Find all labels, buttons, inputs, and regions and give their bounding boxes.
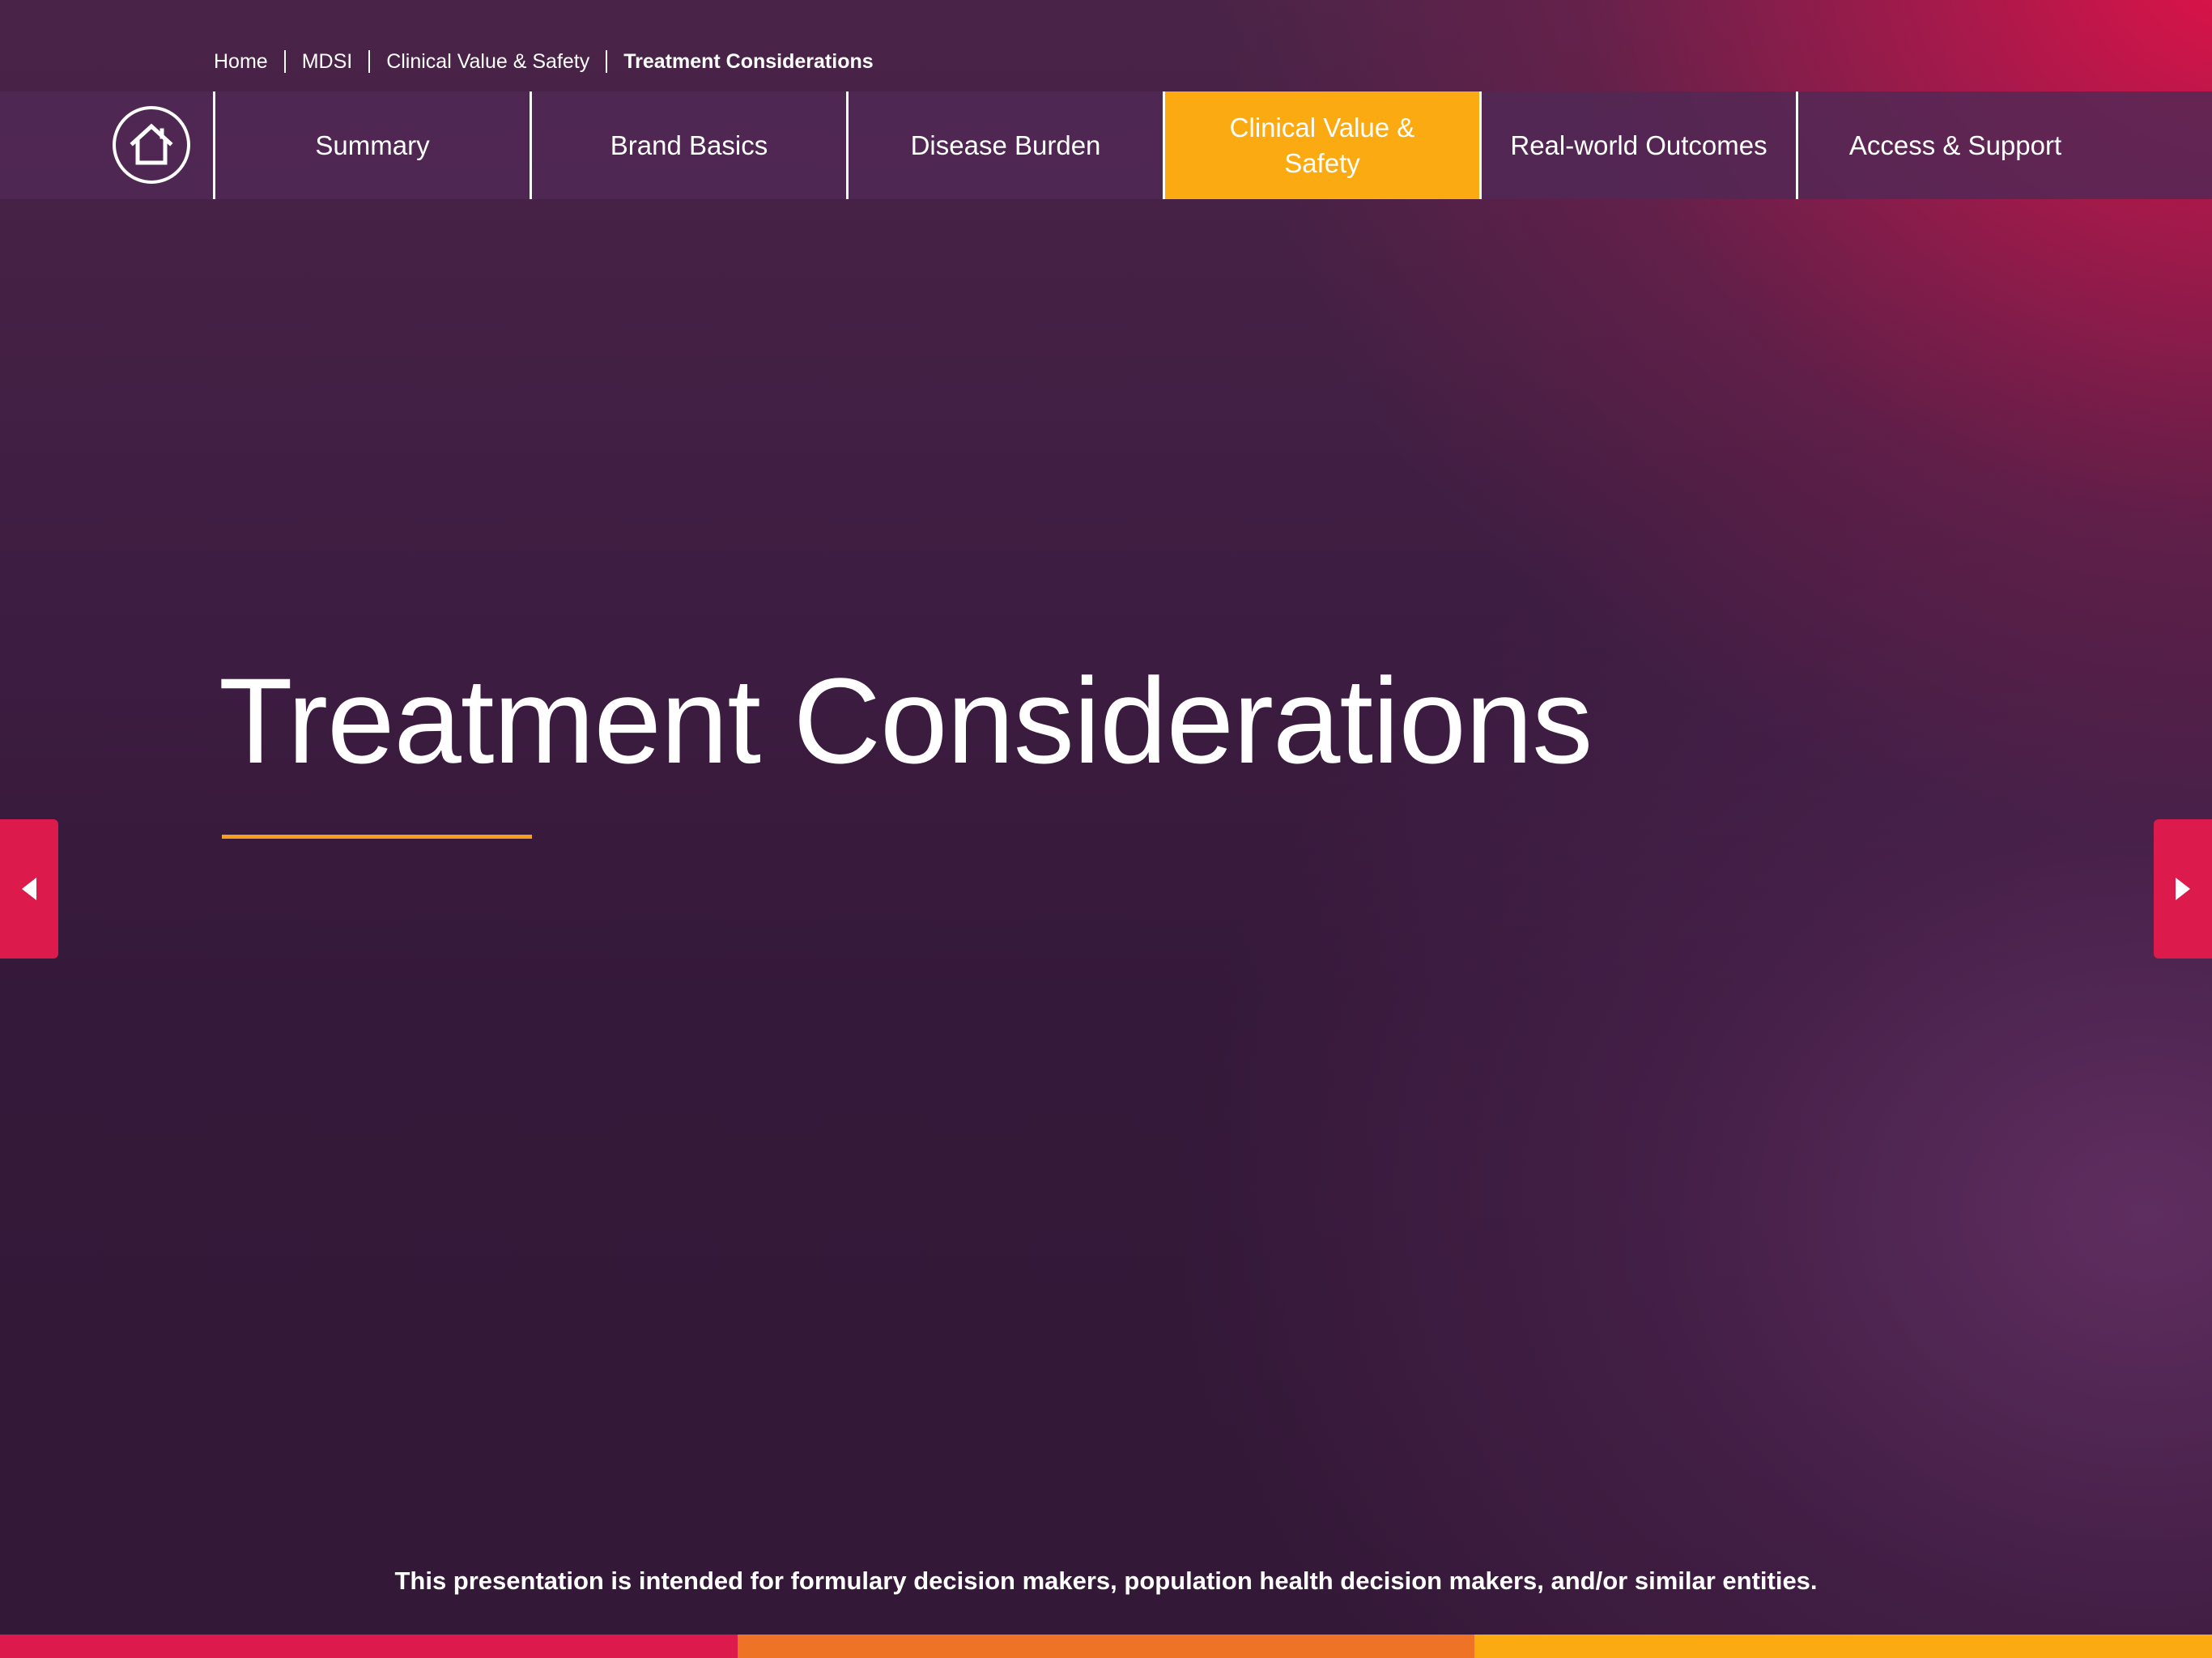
next-slide-button[interactable] xyxy=(2154,819,2212,959)
nav-tab-label: Summary xyxy=(315,130,430,160)
home-icon xyxy=(130,123,173,165)
breadcrumb-home[interactable]: Home xyxy=(214,50,268,74)
stripe-orange xyxy=(737,1635,1475,1658)
breadcrumb-separator xyxy=(368,50,371,73)
breadcrumb: Home MDSI Clinical Value & Safety Treatm… xyxy=(214,47,874,76)
breadcrumb-clinical-value[interactable]: Clinical Value & Safety xyxy=(386,50,589,74)
nav-tab-label: Real-world Outcomes xyxy=(1510,130,1767,160)
breadcrumb-separator xyxy=(606,50,608,73)
page-title: Treatment Considerations xyxy=(219,653,1593,789)
audience-disclaimer: This presentation is intended for formul… xyxy=(394,1567,1818,1595)
stripe-yellow xyxy=(1474,1635,2212,1658)
stripe-pink xyxy=(0,1635,738,1658)
caret-right-icon xyxy=(2176,878,2190,900)
previous-slide-button[interactable] xyxy=(0,819,58,959)
title-underline xyxy=(222,835,532,839)
breadcrumb-separator xyxy=(283,50,286,73)
slide-page: Home MDSI Clinical Value & Safety Treatm… xyxy=(0,0,2212,1658)
nav-tab-clinical-value-safety[interactable]: Clinical Value & Safety xyxy=(1163,91,1479,199)
nav-tab-label: Clinical Value & Safety xyxy=(1229,112,1415,178)
nav-tab-label: Access & Support xyxy=(1848,130,2062,160)
nav-tab-label: Brand Basics xyxy=(610,130,768,160)
bottom-color-stripes xyxy=(0,1635,2212,1658)
caret-left-icon xyxy=(22,878,36,900)
nav-tab-disease-burden[interactable]: Disease Burden xyxy=(846,91,1163,199)
nav-tab-label: Disease Burden xyxy=(910,130,1101,160)
home-button[interactable] xyxy=(113,106,190,184)
breadcrumb-current: Treatment Considerations xyxy=(623,49,874,73)
main-nav: Summary Brand Basics Disease Burden Clin… xyxy=(0,91,2212,199)
nav-tab-real-world-outcomes[interactable]: Real-world Outcomes xyxy=(1479,91,1796,199)
breadcrumb-mdsi[interactable]: MDSI xyxy=(302,50,353,74)
nav-tab-brand-basics[interactable]: Brand Basics xyxy=(530,91,846,199)
nav-tab-summary[interactable]: Summary xyxy=(213,91,530,199)
home-nav-cell xyxy=(0,91,213,199)
nav-tab-access-support[interactable]: Access & Support xyxy=(1796,91,2112,199)
